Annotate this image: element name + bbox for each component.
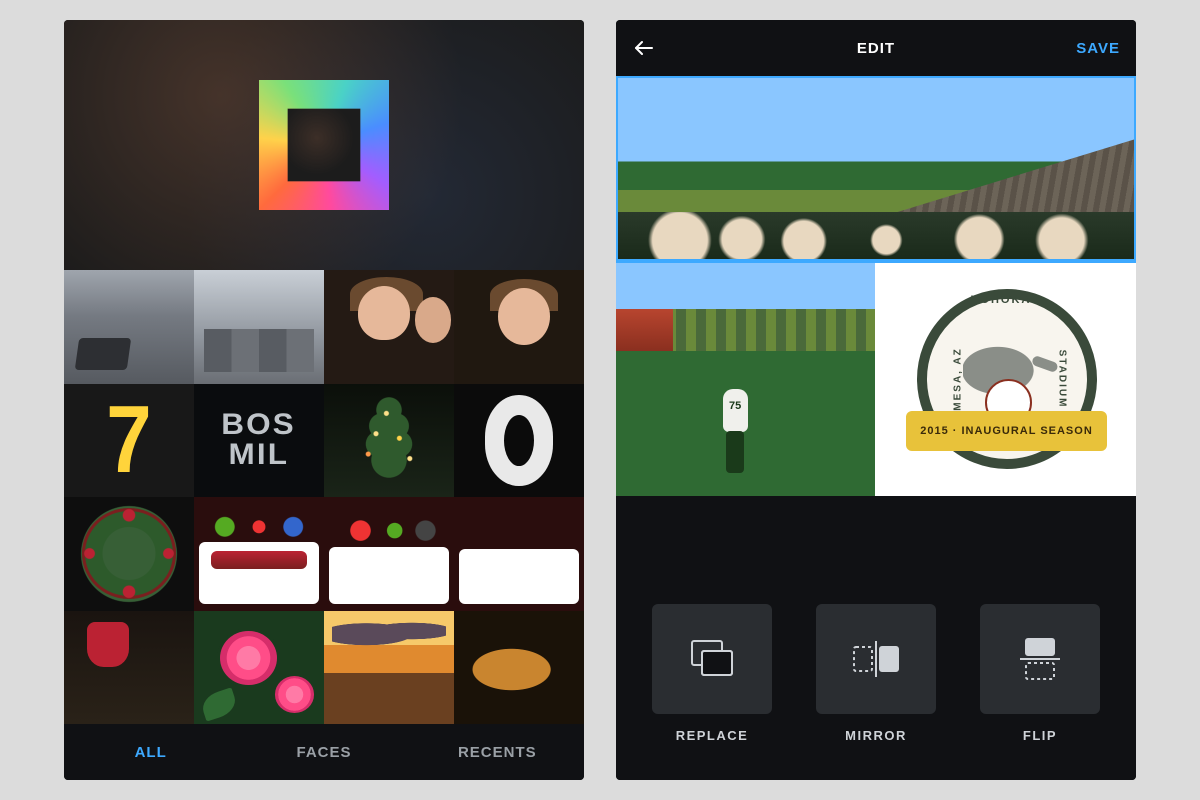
editor-screen: EDIT SAVE HOHOKAM MESA, AZ STADIUM 2 — [616, 20, 1136, 780]
photo-thumb[interactable] — [64, 497, 194, 611]
replace-button[interactable]: REPLACE — [644, 604, 780, 743]
photo-thumb[interactable] — [454, 270, 584, 384]
photo-thumb[interactable]: BOS MIL — [194, 384, 324, 498]
flip-button[interactable]: FLIP — [972, 604, 1108, 743]
arrow-left-icon — [632, 36, 656, 60]
tab-recents[interactable]: RECENTS — [411, 724, 584, 780]
photo-thumb[interactable] — [324, 384, 454, 498]
player-jersey-number — [723, 389, 748, 433]
photo-thumb[interactable] — [64, 270, 194, 384]
collage-cell-bottom-right[interactable]: HOHOKAM MESA, AZ STADIUM 2015 · INAUGURA… — [877, 263, 1136, 496]
mirror-label: MIRROR — [845, 728, 907, 743]
photo-thumb[interactable] — [454, 611, 584, 725]
replace-label: REPLACE — [676, 728, 749, 743]
save-button[interactable]: SAVE — [1076, 40, 1120, 57]
photo-thumb[interactable] — [324, 270, 454, 384]
jersey-number: 7 — [74, 384, 185, 498]
badge-right-text: STADIUM — [1056, 350, 1066, 409]
photo-thumb[interactable] — [454, 497, 584, 611]
photo-thumb[interactable] — [194, 270, 324, 384]
badge-top-text: HOHOKAM — [917, 295, 1097, 306]
flip-icon — [1016, 633, 1064, 685]
photo-thumb[interactable]: 7 — [64, 384, 194, 498]
editor-header: EDIT SAVE — [616, 20, 1136, 76]
editor-title: EDIT — [616, 40, 1136, 57]
tab-faces[interactable]: FACES — [237, 724, 410, 780]
photo-thumb[interactable] — [194, 611, 324, 725]
collage-cell-top[interactable] — [616, 76, 1136, 261]
mirror-button[interactable]: MIRROR — [808, 604, 944, 743]
replace-icon — [686, 637, 738, 681]
back-button[interactable] — [616, 20, 672, 76]
photo-thumb[interactable] — [454, 384, 584, 498]
stadium-badge: HOHOKAM MESA, AZ STADIUM 2015 · INAUGURA… — [917, 289, 1097, 469]
layout-app-logo — [259, 80, 389, 210]
tab-all[interactable]: ALL — [64, 724, 237, 780]
badge-banner-text: 2015 · INAUGURAL SEASON — [906, 411, 1108, 451]
picker-screen: 7 BOS MIL ALL FACES RECENTS — [64, 20, 584, 780]
collage-canvas: HOHOKAM MESA, AZ STADIUM 2015 · INAUGURA… — [616, 76, 1136, 496]
jersey-text-bottom: MIL — [229, 440, 290, 470]
photo-thumb[interactable] — [324, 497, 454, 611]
editor-toolbar: REPLACE MIRROR FLIP — [616, 580, 1136, 780]
badge-left-text: MESA, AZ — [953, 348, 963, 411]
photo-thumb[interactable] — [64, 611, 194, 725]
collage-cell-bottom-left[interactable] — [616, 263, 877, 496]
flip-label: FLIP — [1023, 728, 1057, 743]
baseball-player — [714, 389, 755, 473]
jersey-text-top: BOS — [222, 410, 297, 440]
picker-tabs: ALL FACES RECENTS — [64, 724, 584, 780]
photo-thumb[interactable] — [194, 497, 324, 611]
photo-thumb[interactable] — [324, 611, 454, 725]
picker-hero — [64, 20, 584, 270]
mirror-icon — [848, 637, 904, 681]
photo-grid: 7 BOS MIL — [64, 270, 584, 724]
